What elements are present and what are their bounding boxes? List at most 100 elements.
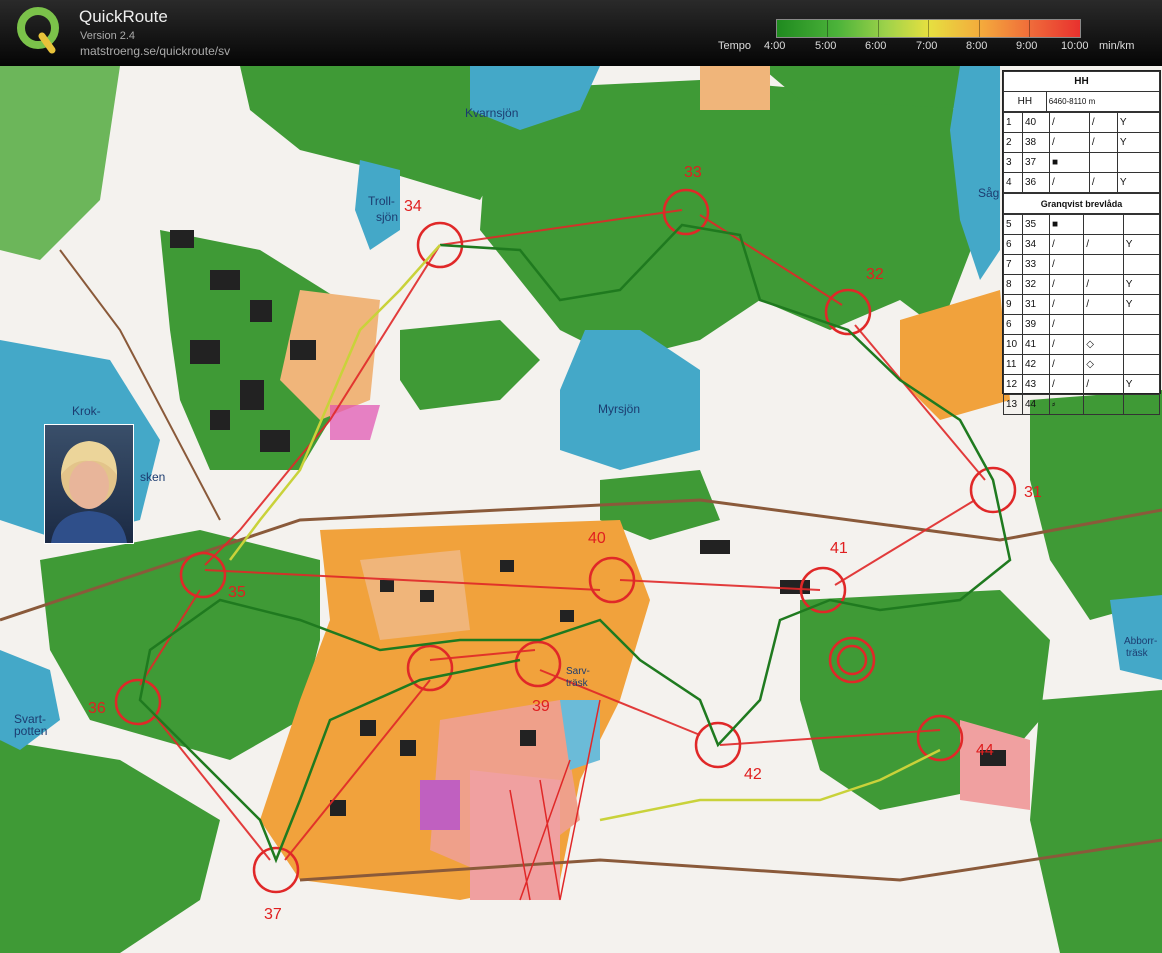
legend-symbol <box>1122 334 1161 355</box>
lake-label: Krok- <box>72 404 101 418</box>
legend-symbol: / <box>1088 132 1118 153</box>
lake-label: potten <box>14 724 48 738</box>
control-number: 35 <box>228 584 246 601</box>
legend-row: 7 33/ <box>1003 254 1161 275</box>
control-number: 32 <box>866 266 884 283</box>
lake-label: Troll- <box>368 194 395 208</box>
tempo-color-scale <box>776 19 1081 38</box>
control-number: 33 <box>684 164 702 181</box>
legend-control-code: 34 <box>1022 234 1050 255</box>
legend-row-number: 9 <box>1003 294 1023 315</box>
tempo-tick: 9:00 <box>1016 40 1038 52</box>
legend-control-code: 38 <box>1022 132 1050 153</box>
legend-symbol: ■ <box>1048 214 1085 235</box>
legend-row: 11 42/◇ <box>1003 354 1161 375</box>
control-description-sheet: HH HH 6460-8110 m 1 40// Y 2 38// Y 3 37 ■ 4 36// Y… <box>1002 70 1161 415</box>
tempo-unit: min/km <box>1099 40 1135 52</box>
lake-label: Såg <box>978 186 1000 200</box>
legend-symbol: Y <box>1116 132 1161 153</box>
legend-control-code: 35 <box>1022 214 1050 235</box>
app-version: Version 2.4 <box>80 30 136 42</box>
tempo-tick: 10:00 <box>1061 40 1089 52</box>
legend-symbol: / <box>1083 374 1124 395</box>
legend-control-code: 42 <box>1022 354 1050 375</box>
legend-row-number: 10 <box>1003 334 1023 355</box>
control-number: 44 <box>976 742 994 759</box>
legend-symbol: / <box>1048 334 1085 355</box>
control-number: 40 <box>588 530 606 547</box>
orienteering-map[interactable]: Kvarnsjön Troll- sjön Myrsjön Såg Krok- … <box>0 66 1162 953</box>
legend-symbol: / <box>1048 354 1085 375</box>
app-header: QuickRoute Version 2.4 matstroeng.se/qui… <box>0 0 1162 66</box>
legend-symbol: Y <box>1116 172 1161 193</box>
legend-symbol: ◇ <box>1083 334 1124 355</box>
legend-symbol <box>1083 214 1124 235</box>
legend-symbol: / <box>1049 112 1090 133</box>
legend-row: 13 44 ⸗ <box>1003 394 1161 415</box>
legend-row: 10 41/◇ <box>1003 334 1161 355</box>
lake-label: sjön <box>376 210 399 224</box>
legend-row: 12 43// Y <box>1003 374 1161 395</box>
legend-row: 5 35 ■ <box>1003 214 1161 235</box>
legend-row-number: 2 <box>1003 132 1023 153</box>
legend-symbol: Y <box>1116 112 1161 133</box>
legend-control-code: 39 <box>1022 314 1050 335</box>
legend-symbol <box>1083 314 1124 335</box>
legend-symbol <box>1122 354 1161 375</box>
legend-control-code: 31 <box>1022 294 1050 315</box>
legend-control-code: 37 <box>1022 152 1050 173</box>
legend-row-number: 12 <box>1003 374 1023 395</box>
tempo-label: Tempo <box>718 40 752 52</box>
legend-row-number: 5 <box>1003 214 1023 235</box>
tempo-tick: 4:00 <box>764 40 786 52</box>
tempo-tick: 7:00 <box>916 40 938 52</box>
legend-symbol: Y <box>1122 294 1161 315</box>
legend-symbol: / <box>1083 294 1124 315</box>
legend-row-number: 1 <box>1003 112 1023 133</box>
app-title: QuickRoute <box>79 7 168 26</box>
legend-symbol: Y <box>1122 374 1161 395</box>
legend-symbol: / <box>1048 274 1085 295</box>
legend-symbol: / <box>1048 374 1085 395</box>
app-url[interactable]: matstroeng.se/quickroute/sv <box>80 44 230 58</box>
control-number: 34 <box>404 198 422 215</box>
legend-control-code: 41 <box>1022 334 1050 355</box>
legend-row: 2 38// Y <box>1003 132 1161 153</box>
legend-symbol: ■ <box>1049 152 1090 173</box>
legend-symbol: / <box>1083 234 1124 255</box>
legend-symbol <box>1083 254 1124 275</box>
legend-symbol <box>1088 152 1118 173</box>
lake-label: Sarv- <box>566 666 590 677</box>
legend-symbol: / <box>1048 294 1085 315</box>
legend-control-code: 33 <box>1022 254 1050 275</box>
legend-symbol: ⸗ <box>1048 394 1085 415</box>
legend-symbol: / <box>1049 172 1090 193</box>
legend-symbol: / <box>1048 234 1085 255</box>
legend-row-number: 6 <box>1003 234 1023 255</box>
legend-row-number: 7 <box>1003 254 1023 275</box>
legend-symbol: / <box>1048 254 1085 275</box>
quickroute-logo-icon <box>17 7 59 54</box>
legend-symbol: ◇ <box>1083 354 1124 375</box>
control-number: 37 <box>264 906 282 923</box>
legend-rows: 5 35 ■ 6 34// Y 7 33/8 32// Y 9 31// Y 6 39/10 41/◇ 11 42… <box>1003 214 1161 415</box>
legend-distance: 6460-8110 m <box>1045 91 1161 112</box>
legend-control-code: 43 <box>1022 374 1050 395</box>
tempo-tick: 5:00 <box>815 40 837 52</box>
legend-symbol <box>1122 214 1161 235</box>
legend-row-number: 11 <box>1003 354 1023 375</box>
legend-row: 9 31// Y <box>1003 294 1161 315</box>
control-number: 42 <box>744 766 762 783</box>
legend-course: HH <box>1003 91 1047 112</box>
legend-section-title: Granqvist brevlåda <box>1003 193 1160 214</box>
lake-label: Myrsjön <box>598 402 641 416</box>
legend-row-number: 6 <box>1003 314 1023 335</box>
lake-label: träsk <box>1126 648 1148 659</box>
legend-row-number: 13 <box>1003 394 1023 415</box>
tempo-tick: 6:00 <box>865 40 887 52</box>
lake-label: Abborr- <box>1124 636 1158 647</box>
legend-symbol <box>1122 254 1161 275</box>
legend-symbol <box>1122 314 1161 335</box>
control-number: 31 <box>1024 484 1042 501</box>
lake-label: sken <box>140 470 166 484</box>
